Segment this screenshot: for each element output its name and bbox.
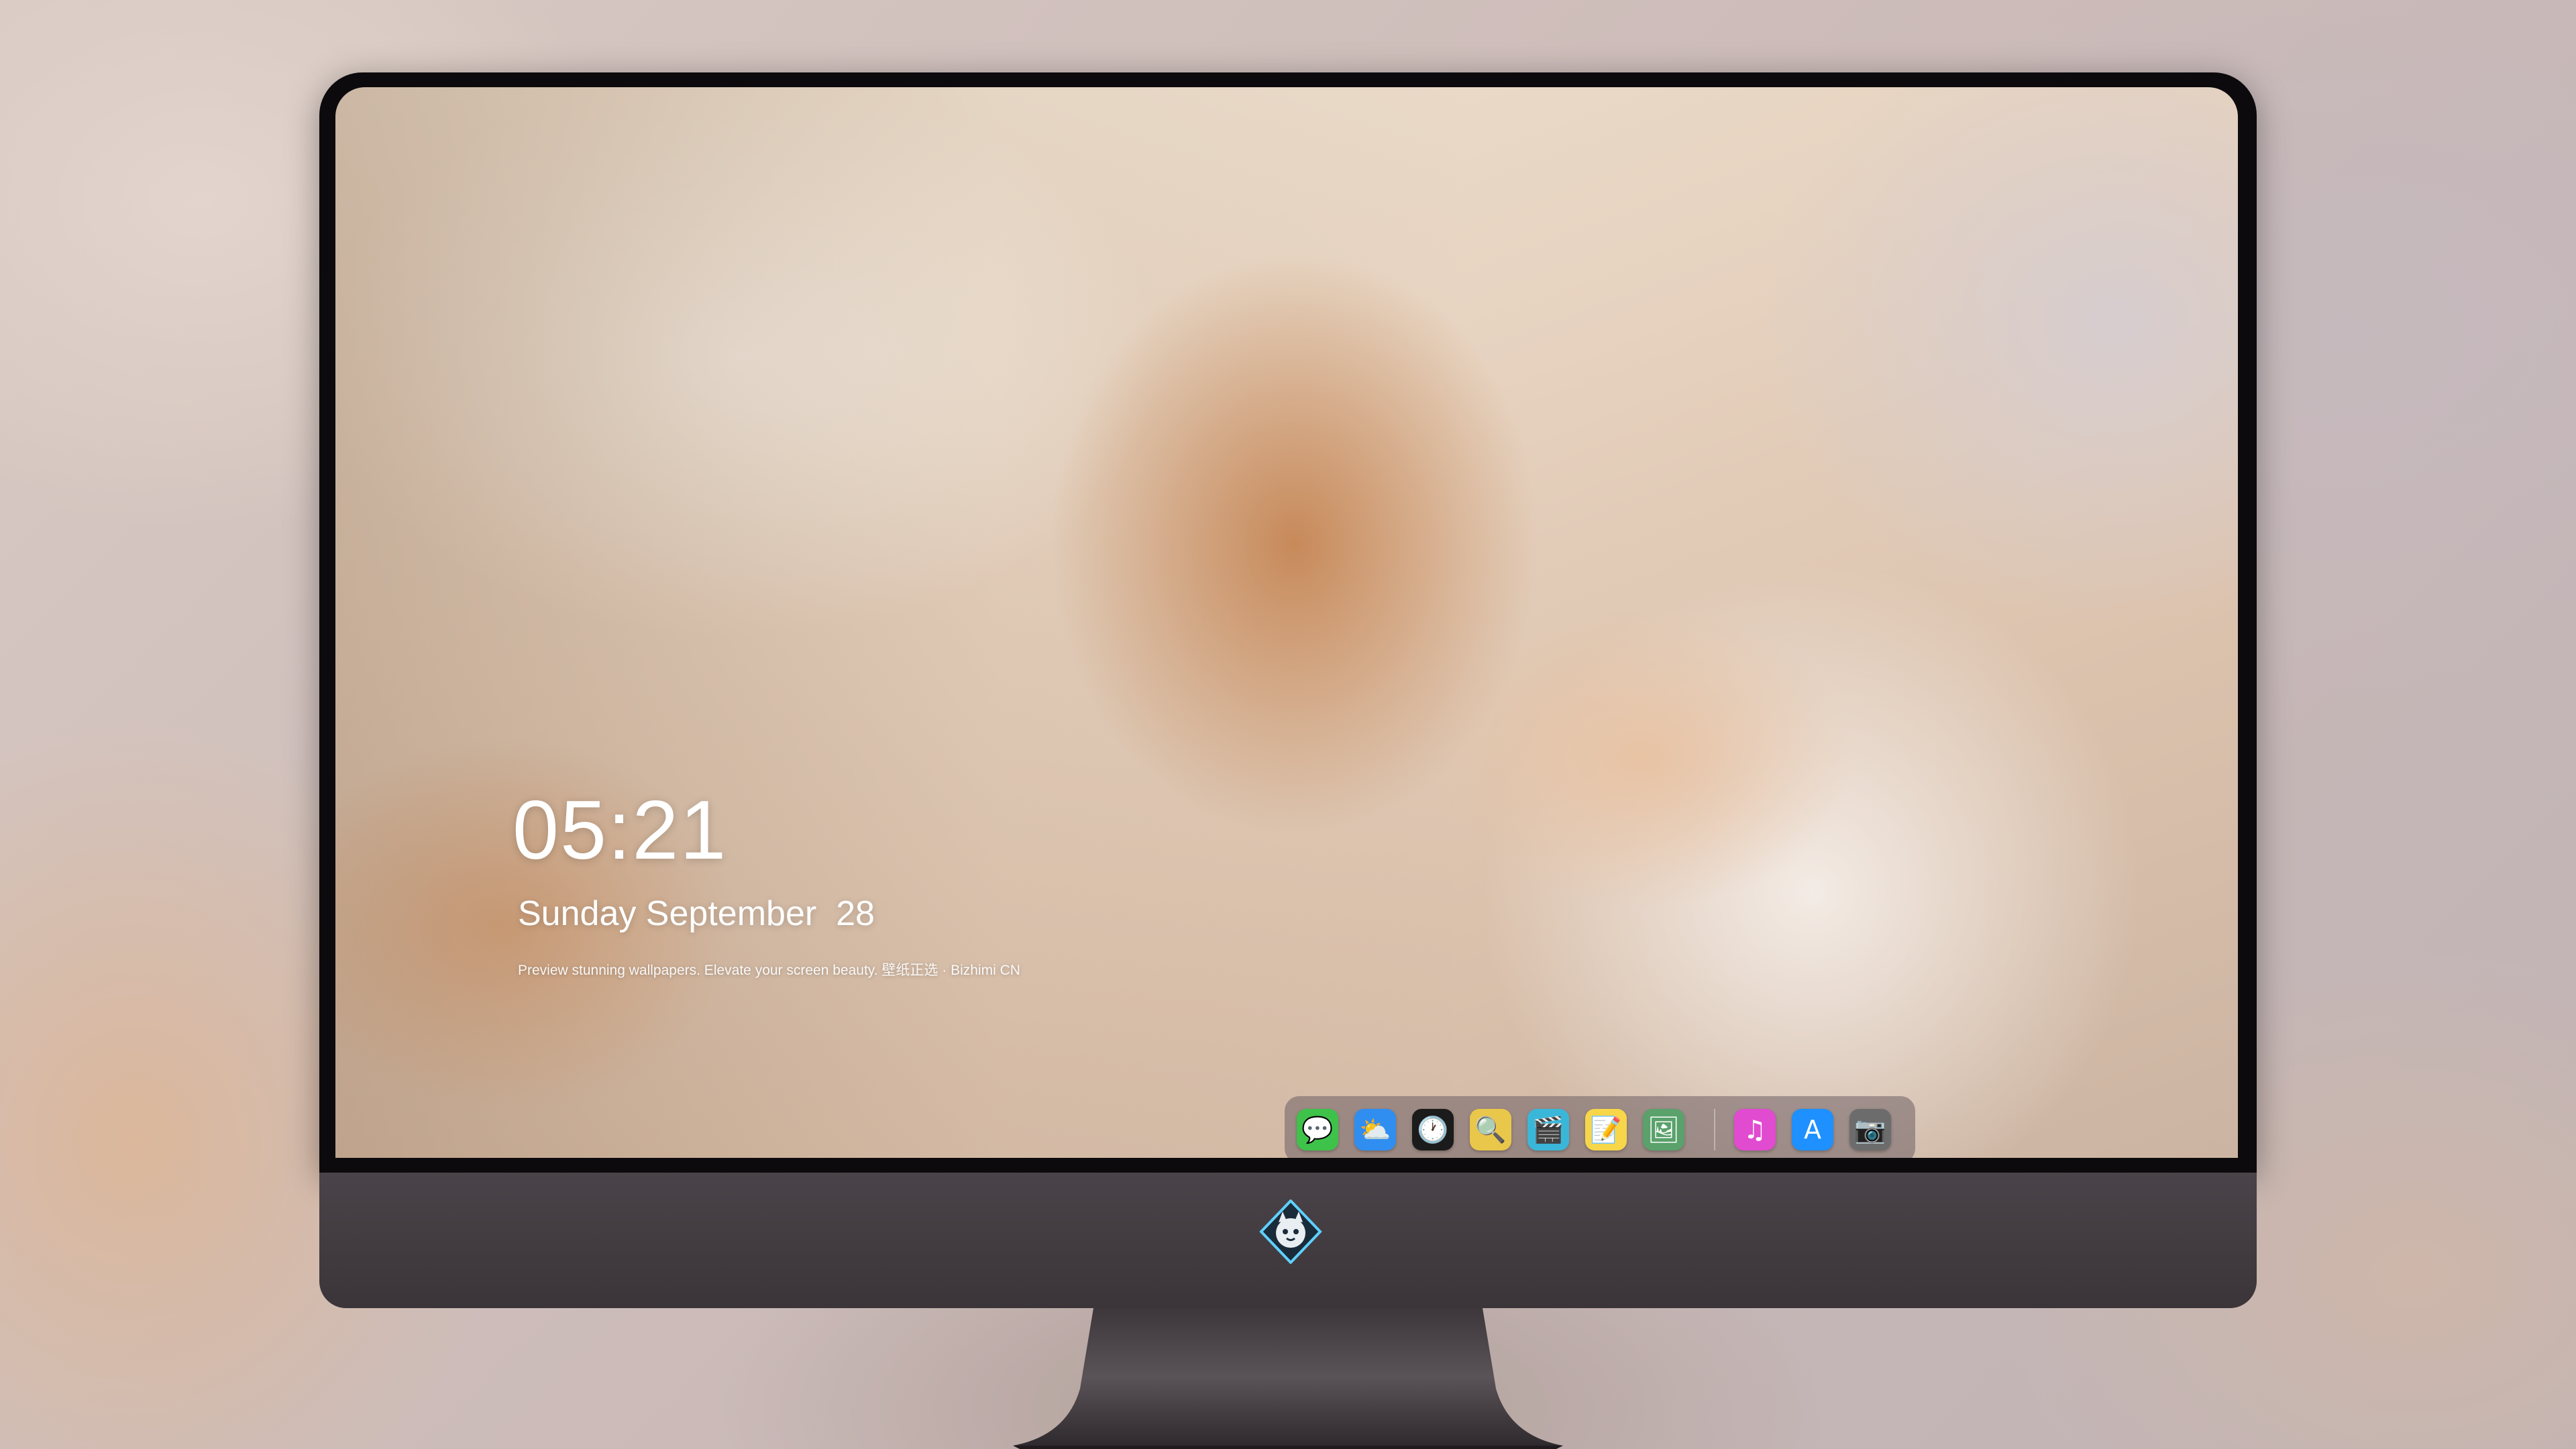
monitor-stand — [1013, 1308, 1563, 1449]
camera-icon[interactable]: 📷 — [1849, 1109, 1891, 1150]
camera-glyph: 📷 — [1854, 1114, 1886, 1144]
fox-mascot-logo-icon — [1259, 1199, 1322, 1264]
clapperboard-glyph: 🎬 — [1532, 1114, 1564, 1144]
monitor: 05:21 Sunday September 28 Preview stunni… — [319, 72, 2257, 1449]
messages-glyph: 💬 — [1301, 1114, 1334, 1144]
messages-icon[interactable]: 💬 — [1297, 1109, 1338, 1150]
notes-glyph: 📝 — [1590, 1114, 1622, 1144]
clock-glyph: 🕐 — [1417, 1114, 1449, 1144]
lock-screen-time: 05:21 — [513, 784, 728, 877]
preview-glyph: 🔍 — [1474, 1114, 1507, 1144]
photos-glyph: 🖼 — [1647, 1114, 1680, 1144]
weather-glyph: ⛅ — [1359, 1114, 1391, 1144]
app-store-icon[interactable]: A — [1792, 1109, 1833, 1150]
music-icon[interactable]: ♫ — [1734, 1109, 1776, 1150]
clapperboard-icon[interactable]: 🎬 — [1527, 1109, 1569, 1150]
wallpaper-tagline: Preview stunning wallpapers. Elevate you… — [518, 963, 1020, 978]
dock: 💬 ⛅ 🕐 🔍 🎬 📝 🖼 ♫ A 📷 — [1285, 1096, 1915, 1158]
clock-icon[interactable]: 🕐 — [1412, 1109, 1454, 1150]
app-store-glyph: A — [1804, 1115, 1821, 1144]
dock-separator — [1714, 1109, 1715, 1150]
lock-screen-date: Sunday September 28 — [518, 894, 875, 933]
notes-icon[interactable]: 📝 — [1585, 1109, 1627, 1150]
lock-screen-wallpaper: 05:21 Sunday September 28 Preview stunni… — [335, 87, 2238, 1158]
preview-icon[interactable]: 🔍 — [1470, 1109, 1511, 1150]
wallpaper-shade — [335, 87, 2238, 1158]
weather-icon[interactable]: ⛅ — [1354, 1109, 1396, 1150]
monitor-bezel: 05:21 Sunday September 28 Preview stunni… — [319, 72, 2257, 1173]
music-glyph: ♫ — [1743, 1115, 1767, 1144]
photos-icon[interactable]: 🖼 — [1643, 1109, 1684, 1150]
